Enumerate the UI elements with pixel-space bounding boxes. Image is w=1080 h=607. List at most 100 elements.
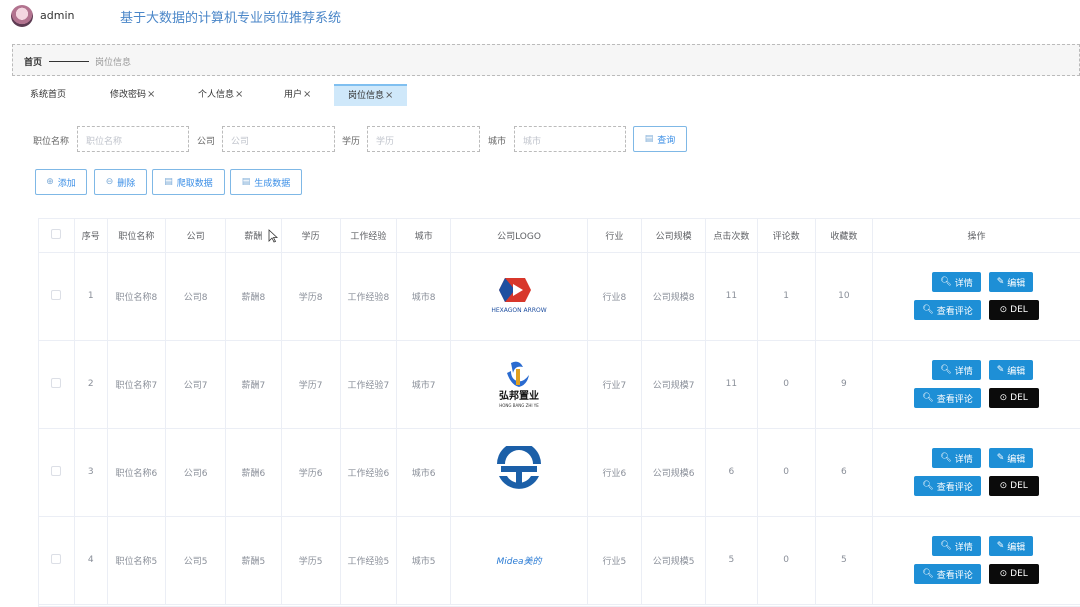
username[interactable]: admin [40, 9, 74, 22]
breadcrumb: 首页 岗位信息 [12, 44, 1080, 76]
generate-label: 生成数据 [254, 178, 291, 189]
cell-industry: 行业5 [587, 516, 643, 605]
row-checkbox[interactable] [51, 465, 62, 476]
del-button[interactable]: ⊙ DEL [988, 564, 1039, 584]
city-label: 城市 [488, 137, 507, 147]
company-logo: Midea美的 [451, 550, 587, 570]
select-all-cell [39, 219, 75, 253]
cell-comments: 1 [757, 252, 816, 341]
cell-index: 1 [74, 252, 108, 341]
cell-favorites: 5 [815, 516, 873, 605]
view-comments-button[interactable]: 🔍︎ 查看评论 [914, 476, 981, 496]
cell-education: 学历5 [281, 516, 341, 605]
search-icon: 🔍︎ [922, 305, 934, 315]
delete-label: 删除 [117, 178, 136, 189]
cell-salary: 薪酬6 [225, 428, 282, 517]
select-cell [39, 428, 75, 517]
cell-scale: 公司规模6 [641, 428, 707, 517]
add-label: 添加 [57, 178, 76, 189]
del-button[interactable]: ⊙ DEL [988, 388, 1039, 408]
header-job-name: 职位名称 [107, 219, 167, 253]
cell-city: 城市5 [396, 516, 452, 605]
header-logo: 公司LOGO [450, 219, 588, 253]
detail-button[interactable]: 🔍︎ 详情 [932, 536, 981, 556]
tab-change-password[interactable]: 修改密码× [96, 84, 169, 106]
cell-salary: 薪酬8 [225, 252, 282, 341]
detail-button[interactable]: 🔍︎ 详情 [932, 448, 981, 468]
del-label: DEL [1010, 481, 1028, 491]
select-all-checkbox[interactable] [51, 228, 62, 239]
cell-experience: 工作经验7 [340, 340, 398, 429]
edit-button[interactable]: ✎ 编辑 [988, 448, 1034, 468]
cell-job-name: 职位名称8 [107, 252, 167, 341]
cell-clicks: 11 [705, 252, 758, 341]
logo-text: 弘邦置业 [499, 389, 539, 402]
cell-industry: 行业8 [587, 252, 643, 341]
header-index: 序号 [74, 219, 108, 253]
close-circle-icon: ⊙ [999, 481, 1008, 491]
edit-button[interactable]: ✎ 编辑 [988, 272, 1034, 292]
crawl-label: 爬取数据 [176, 178, 213, 189]
logo-text: Midea美的 [496, 556, 542, 567]
close-icon[interactable]: × [303, 89, 311, 100]
close-circle-icon: ⊙ [999, 569, 1008, 579]
cell-city: 城市6 [396, 428, 452, 517]
search-icon: 🔍︎ [922, 393, 934, 403]
avatar[interactable] [11, 5, 33, 27]
detail-button[interactable]: 🔍︎ 详情 [932, 272, 981, 292]
close-icon[interactable]: × [385, 90, 393, 101]
system-title: 基于大数据的计算机专业岗位推荐系统 [120, 11, 342, 26]
crawl-data-button[interactable]: ▤ 爬取数据 [152, 169, 225, 195]
row-checkbox[interactable] [51, 377, 62, 388]
edit-label: 编辑 [1007, 454, 1026, 465]
close-icon[interactable]: × [235, 89, 243, 100]
del-button[interactable]: ⊙ DEL [988, 300, 1039, 320]
cell-experience: 工作经验6 [340, 428, 398, 517]
view-comments-button[interactable]: 🔍︎ 查看评论 [914, 300, 981, 320]
del-label: DEL [1010, 305, 1028, 315]
education-input[interactable]: 学历 [367, 126, 480, 152]
cell-logo [450, 428, 588, 517]
logo-subtext: HONG BANG ZHI YE [499, 403, 539, 408]
table-row: 3 职位名称6 公司6 薪酬6 学历6 工作经验6 城市6 行业6 公司规模6 … [39, 428, 1080, 517]
cell-salary: 薪酬5 [225, 516, 282, 605]
cell-industry: 行业6 [587, 428, 643, 517]
add-button[interactable]: ⊕ 添加 [35, 169, 87, 195]
detail-button[interactable]: 🔍︎ 详情 [932, 360, 981, 380]
select-cell [39, 340, 75, 429]
tab-system-home[interactable]: 系统首页 [16, 84, 80, 106]
row-checkbox[interactable] [51, 553, 62, 564]
document-icon: ▤ [164, 177, 173, 187]
view-comments-button[interactable]: 🔍︎ 查看评论 [914, 388, 981, 408]
breadcrumb-home[interactable]: 首页 [24, 55, 42, 68]
cell-logo: HEXAGON ARROW [450, 252, 588, 341]
top-header: admin 基于大数据的计算机专业岗位推荐系统 [0, 0, 1080, 40]
view-comments-button[interactable]: 🔍︎ 查看评论 [914, 564, 981, 584]
close-icon[interactable]: × [147, 89, 155, 100]
header-scale: 公司规模 [641, 219, 707, 253]
del-label: DEL [1010, 393, 1028, 403]
edit-icon: ✎ [996, 365, 1005, 375]
edit-button[interactable]: ✎ 编辑 [988, 536, 1034, 556]
tab-users[interactable]: 用户× [270, 84, 325, 106]
city-input[interactable]: 城市 [514, 126, 626, 152]
header-company: 公司 [165, 219, 227, 253]
edit-button[interactable]: ✎ 编辑 [988, 360, 1034, 380]
search-doc-icon: ▤ [644, 134, 654, 144]
cell-clicks: 5 [705, 516, 758, 605]
tab-label: 修改密码 [110, 90, 147, 100]
job-name-input[interactable]: 职位名称 [77, 126, 189, 152]
cell-scale: 公司规模7 [641, 340, 707, 429]
generate-data-button[interactable]: ▤ 生成数据 [230, 169, 302, 195]
delete-button[interactable]: ⊖ 删除 [94, 169, 147, 195]
header-city: 城市 [396, 219, 452, 253]
view-comments-label: 查看评论 [936, 394, 973, 405]
query-button[interactable]: ▤ 查询 [633, 126, 687, 152]
cell-job-name: 职位名称6 [107, 428, 167, 517]
company-input[interactable]: 公司 [222, 126, 335, 152]
tab-job-info[interactable]: 岗位信息× [334, 84, 408, 106]
del-button[interactable]: ⊙ DEL [988, 476, 1039, 496]
cell-index: 3 [74, 428, 108, 517]
tab-personal-info[interactable]: 个人信息× [184, 84, 257, 106]
row-checkbox[interactable] [51, 289, 62, 300]
